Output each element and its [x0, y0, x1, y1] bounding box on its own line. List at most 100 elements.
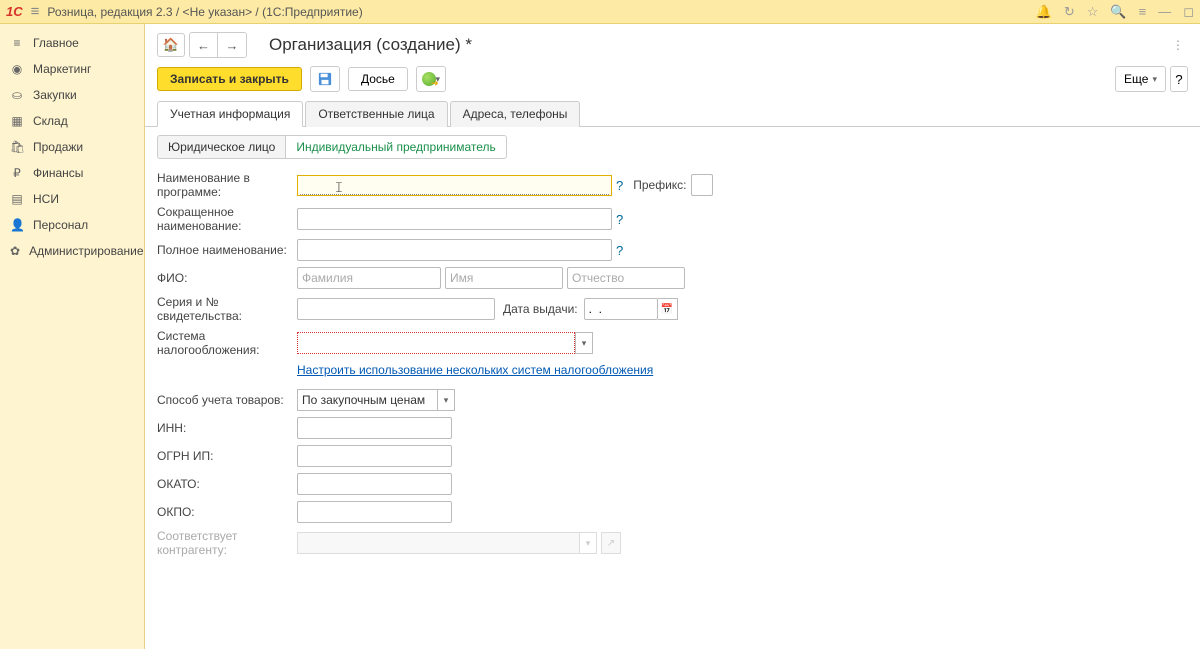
issue-date-label: Дата выдачи: [503, 302, 578, 316]
sidebar: ≡Главное ◉ Маркетинг ⛀ Закупки ▦ Склад 🛍Про… [0, 24, 145, 649]
kebab-menu[interactable]: ⋮ [1168, 34, 1188, 56]
sidebar-item-personnel[interactable]: 👤Персонал [0, 212, 144, 238]
sidebar-item-finance[interactable]: ₽ Финансы [0, 160, 144, 186]
search-icon[interactable]: 🔍 [1110, 4, 1126, 20]
top-nav: 🏠 ← → Организация (создание) * ⋮ [145, 24, 1200, 62]
goods-method-label: Способ учета товаров: [157, 393, 297, 407]
bag-icon: 🛍 [10, 140, 24, 154]
full-name-label: Полное наименование: [157, 243, 297, 257]
ruble-icon: ₽ [10, 166, 24, 180]
home-icon: ≡ [10, 36, 24, 50]
tax-system-select[interactable] [297, 332, 575, 354]
save-button[interactable] [310, 66, 340, 92]
subtabs: Юридическое лицо Индивидуальный предприн… [145, 127, 1200, 167]
form: Наименование в программе: 𝙸 ? Префикс: С… [145, 167, 1200, 567]
tax-config-link[interactable]: Настроить использование нескольких систе… [297, 363, 653, 377]
sidebar-label: НСИ [33, 192, 59, 206]
short-name-input[interactable] [297, 208, 612, 230]
window-icon[interactable]: ◻ [1183, 4, 1194, 20]
patronymic-input[interactable] [567, 267, 685, 289]
warehouse-icon: ▦ [10, 114, 24, 128]
issue-date-input[interactable] [584, 298, 658, 320]
okato-label: ОКАТО: [157, 477, 297, 491]
globe-icon: ➜ [422, 72, 436, 86]
chevron-down-icon: ▾ [579, 532, 597, 554]
tab-account-info[interactable]: Учетная информация [157, 101, 303, 127]
full-name-hint-icon[interactable]: ? [616, 243, 623, 258]
sidebar-item-admin[interactable]: ✿ Администрирование [0, 238, 144, 264]
name-hint-icon[interactable]: ? [616, 178, 623, 193]
prefix-input[interactable] [691, 174, 713, 196]
subtab-legal-entity[interactable]: Юридическое лицо [157, 135, 285, 159]
sidebar-label: Персонал [33, 218, 88, 232]
tab-responsible[interactable]: Ответственные лица [305, 101, 447, 127]
back-button[interactable]: ← [190, 33, 218, 57]
home-button[interactable]: 🏠 [157, 33, 185, 57]
tax-system-label: Система налогообложения: [157, 329, 297, 357]
help-button[interactable]: ? [1170, 66, 1188, 92]
ogrn-input[interactable] [297, 445, 452, 467]
sidebar-item-purchases[interactable]: ⛀ Закупки [0, 82, 144, 108]
floppy-icon [318, 72, 332, 86]
prefix-label: Префикс: [633, 178, 686, 192]
sidebar-label: Склад [33, 114, 68, 128]
export-button[interactable]: ➜ [416, 66, 446, 92]
sidebar-item-main[interactable]: ≡Главное [0, 30, 144, 56]
filter-icon[interactable]: ≡ [1139, 4, 1147, 20]
sidebar-label: Закупки [33, 88, 77, 102]
app-logo: 1C [6, 4, 23, 19]
sidebar-item-nsi[interactable]: ▤ НСИ [0, 186, 144, 212]
minimize-icon[interactable]: — [1158, 4, 1171, 20]
window-title: Розница, редакция 2.3 / <Не указан> / (1… [47, 5, 362, 19]
ogrn-label: ОГРН ИП: [157, 449, 297, 463]
save-close-button[interactable]: Записать и закрыть [157, 67, 302, 91]
full-name-input[interactable] [297, 239, 612, 261]
sidebar-item-marketing[interactable]: ◉ Маркетинг [0, 56, 144, 82]
tab-addresses[interactable]: Адреса, телефоны [450, 101, 581, 127]
name-label: Наименование в программе: [157, 171, 297, 199]
surname-input[interactable] [297, 267, 441, 289]
forward-button[interactable]: → [218, 33, 246, 57]
book-icon: ▤ [10, 192, 24, 206]
more-button[interactable]: Еще [1115, 66, 1166, 92]
okato-input[interactable] [297, 473, 452, 495]
firstname-input[interactable] [445, 267, 563, 289]
goods-method-select[interactable]: По закупочным ценам [297, 389, 437, 411]
titlebar: 1C ≡ Розница, редакция 2.3 / <Не указан>… [0, 0, 1200, 24]
sidebar-label: Администрирование [29, 244, 143, 258]
subtab-individual[interactable]: Индивидуальный предприниматель [285, 135, 506, 159]
inn-input[interactable] [297, 417, 452, 439]
sidebar-item-sales[interactable]: 🛍Продажи [0, 134, 144, 160]
okpo-label: ОКПО: [157, 505, 297, 519]
star-icon[interactable]: ☆ [1087, 4, 1099, 20]
calendar-icon[interactable]: 📅 [658, 298, 678, 320]
history-icon[interactable]: ↻ [1064, 4, 1075, 20]
program-name-input[interactable]: 𝙸 [297, 175, 612, 196]
fio-label: ФИО: [157, 271, 297, 285]
cart-icon: ⛀ [10, 88, 24, 102]
marketing-icon: ◉ [10, 62, 24, 76]
toolbar: Записать и закрыть Досье ➜ Еще ? [145, 62, 1200, 100]
sidebar-label: Финансы [33, 166, 83, 180]
sidebar-item-warehouse[interactable]: ▦ Склад [0, 108, 144, 134]
content: 🏠 ← → Организация (создание) * ⋮ Записат… [145, 24, 1200, 649]
counterparty-select [297, 532, 579, 554]
open-icon: ↗ [601, 532, 621, 554]
dossier-button[interactable]: Досье [348, 67, 408, 91]
okpo-input[interactable] [297, 501, 452, 523]
sidebar-label: Маркетинг [33, 62, 91, 76]
bell-icon[interactable]: 🔔 [1036, 4, 1052, 20]
short-name-hint-icon[interactable]: ? [616, 212, 623, 227]
chevron-down-icon[interactable]: ▾ [437, 389, 455, 411]
gear-icon: ✿ [10, 244, 20, 258]
titlebar-icons: 🔔 ↻ ☆ 🔍 ≡ — ◻ [1036, 4, 1194, 20]
page-title: Организация (создание) * [269, 35, 472, 55]
counterparty-label: Соответствует контрагенту: [157, 529, 297, 557]
certificate-label: Серия и № свидетельства: [157, 295, 297, 323]
hamburger-icon[interactable]: ≡ [31, 3, 40, 20]
certificate-input[interactable] [297, 298, 495, 320]
inn-label: ИНН: [157, 421, 297, 435]
tabs: Учетная информация Ответственные лица Ад… [145, 100, 1200, 127]
short-name-label: Сокращенное наименование: [157, 205, 297, 233]
chevron-down-icon[interactable]: ▾ [575, 332, 593, 354]
